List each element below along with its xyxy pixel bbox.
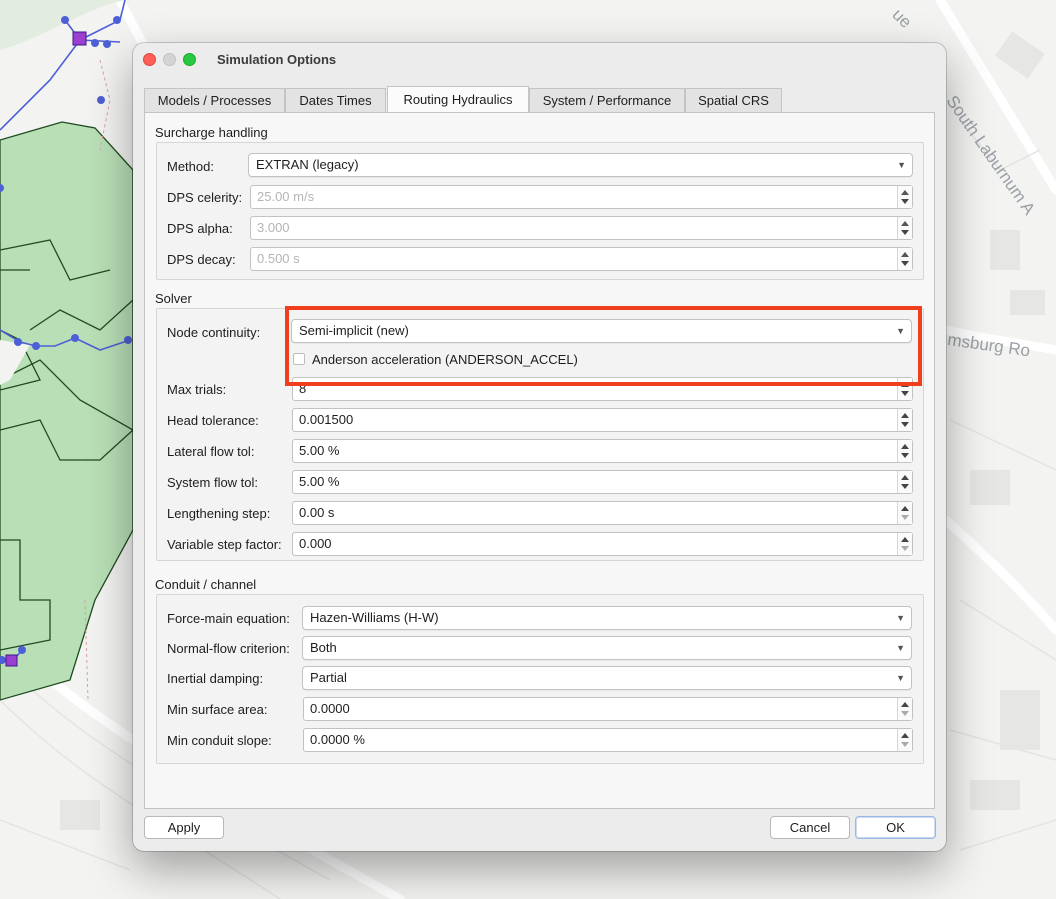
min-conduit-slope-spinbox[interactable]: 0.0000 % xyxy=(303,728,913,752)
simulation-options-dialog: Simulation Options Models / Processes Da… xyxy=(133,43,946,851)
dps-alpha-value: 3.000 xyxy=(257,220,290,235)
conduit-group-title: Conduit / channel xyxy=(155,577,257,592)
chevron-down-icon: ▼ xyxy=(896,673,905,683)
spin-down-icon[interactable] xyxy=(901,422,909,427)
spin-down-icon[interactable] xyxy=(901,484,909,489)
system-flow-tol-spinbox[interactable]: 5.00 % xyxy=(292,470,913,494)
highlight-annotation xyxy=(285,306,922,386)
spin-down-icon[interactable] xyxy=(901,515,909,520)
dps-celerity-spinbox[interactable]: 25.00 m/s xyxy=(250,185,913,209)
head-tolerance-spinbox[interactable]: 0.001500 xyxy=(292,408,913,432)
variable-step-factor-label: Variable step factor: xyxy=(167,537,282,552)
min-conduit-slope-value: 0.0000 % xyxy=(310,732,365,747)
inertial-damping-value: Partial xyxy=(310,670,347,685)
zoom-window-button[interactable] xyxy=(183,53,196,66)
lateral-flow-tol-value: 5.00 % xyxy=(299,443,340,458)
tab-models-processes[interactable]: Models / Processes xyxy=(144,88,285,112)
spin-down-icon[interactable] xyxy=(901,742,909,747)
lengthening-step-value: 0.00 s xyxy=(299,505,335,520)
spin-up-icon[interactable] xyxy=(901,221,909,226)
min-surface-area-value: 0.0000 xyxy=(310,701,350,716)
spin-up-icon[interactable] xyxy=(901,252,909,257)
dps-alpha-label: DPS alpha: xyxy=(167,221,233,236)
spin-down-icon[interactable] xyxy=(901,230,909,235)
node-continuity-label: Node continuity: xyxy=(167,325,261,340)
spin-buttons[interactable] xyxy=(897,502,912,524)
spin-up-icon[interactable] xyxy=(901,537,909,542)
lateral-flow-tol-spinbox[interactable]: 5.00 % xyxy=(292,439,913,463)
ok-button[interactable]: OK xyxy=(855,816,936,839)
spin-up-icon[interactable] xyxy=(901,475,909,480)
variable-step-factor-value: 0.000 xyxy=(299,536,332,551)
inertial-damping-select[interactable]: Partial ▼ xyxy=(302,666,912,690)
spin-up-icon[interactable] xyxy=(901,702,909,707)
spin-buttons[interactable] xyxy=(897,186,912,208)
spin-buttons[interactable] xyxy=(897,471,912,493)
spin-up-icon[interactable] xyxy=(901,413,909,418)
tab-routing-hydraulics[interactable]: Routing Hydraulics xyxy=(387,86,529,112)
normal-flow-label: Normal-flow criterion: xyxy=(167,641,290,656)
spin-buttons[interactable] xyxy=(897,729,912,751)
spin-down-icon[interactable] xyxy=(901,711,909,716)
force-main-label: Force-main equation: xyxy=(167,611,290,626)
spin-down-icon[interactable] xyxy=(901,261,909,266)
spin-up-icon[interactable] xyxy=(901,190,909,195)
inertial-damping-label: Inertial damping: xyxy=(167,671,264,686)
spin-buttons[interactable] xyxy=(897,409,912,431)
head-tolerance-label: Head tolerance: xyxy=(167,413,259,428)
max-trials-label: Max trials: xyxy=(167,382,227,397)
spin-up-icon[interactable] xyxy=(901,444,909,449)
chevron-down-icon: ▼ xyxy=(897,160,906,170)
force-main-select[interactable]: Hazen-Williams (H-W) ▼ xyxy=(302,606,912,630)
spin-buttons[interactable] xyxy=(897,533,912,555)
chevron-down-icon: ▼ xyxy=(896,613,905,623)
force-main-value: Hazen-Williams (H-W) xyxy=(310,610,439,625)
solver-group-title: Solver xyxy=(155,291,192,306)
spin-buttons[interactable] xyxy=(897,217,912,239)
title-bar[interactable]: Simulation Options xyxy=(133,43,946,75)
surcharge-group-title: Surcharge handling xyxy=(155,125,268,140)
dps-celerity-label: DPS celerity: xyxy=(167,190,243,205)
min-surface-area-label: Min surface area: xyxy=(167,702,268,717)
spin-down-icon[interactable] xyxy=(901,391,909,396)
close-window-button[interactable] xyxy=(143,53,156,66)
lengthening-step-label: Lengthening step: xyxy=(167,506,271,521)
minimize-window-button[interactable] xyxy=(163,53,176,66)
spin-down-icon[interactable] xyxy=(901,199,909,204)
tab-spatial-crs[interactable]: Spatial CRS xyxy=(685,88,782,112)
dps-decay-value: 0.500 s xyxy=(257,251,300,266)
tab-system-performance[interactable]: System / Performance xyxy=(529,88,685,112)
dps-decay-spinbox[interactable]: 0.500 s xyxy=(250,247,913,271)
normal-flow-select[interactable]: Both ▼ xyxy=(302,636,912,660)
spin-up-icon[interactable] xyxy=(901,506,909,511)
window-title: Simulation Options xyxy=(217,52,337,67)
min-conduit-slope-label: Min conduit slope: xyxy=(167,733,272,748)
lateral-flow-tol-label: Lateral flow tol: xyxy=(167,444,255,459)
cancel-button[interactable]: Cancel xyxy=(770,816,850,839)
spin-up-icon[interactable] xyxy=(901,733,909,738)
spin-down-icon[interactable] xyxy=(901,453,909,458)
tab-dates-times[interactable]: Dates Times xyxy=(285,88,386,112)
spin-buttons[interactable] xyxy=(897,698,912,720)
normal-flow-value: Both xyxy=(310,640,337,655)
system-flow-tol-value: 5.00 % xyxy=(299,474,340,489)
method-label: Method: xyxy=(167,159,214,174)
dps-celerity-value: 25.00 m/s xyxy=(257,189,315,204)
dps-alpha-spinbox[interactable]: 3.000 xyxy=(250,216,913,240)
spin-buttons[interactable] xyxy=(897,440,912,462)
dps-decay-label: DPS decay: xyxy=(167,252,236,267)
apply-button[interactable]: Apply xyxy=(144,816,224,839)
system-flow-tol-label: System flow tol: xyxy=(167,475,259,490)
chevron-down-icon: ▼ xyxy=(896,643,905,653)
spin-down-icon[interactable] xyxy=(901,546,909,551)
min-surface-area-spinbox[interactable]: 0.0000 xyxy=(303,697,913,721)
method-value: EXTRAN (legacy) xyxy=(256,157,359,172)
method-select[interactable]: EXTRAN (legacy) ▼ xyxy=(248,153,913,177)
spin-buttons[interactable] xyxy=(897,248,912,270)
variable-step-factor-spinbox[interactable]: 0.000 xyxy=(292,532,913,556)
head-tolerance-value: 0.001500 xyxy=(299,412,354,427)
lengthening-step-spinbox[interactable]: 0.00 s xyxy=(292,501,913,525)
